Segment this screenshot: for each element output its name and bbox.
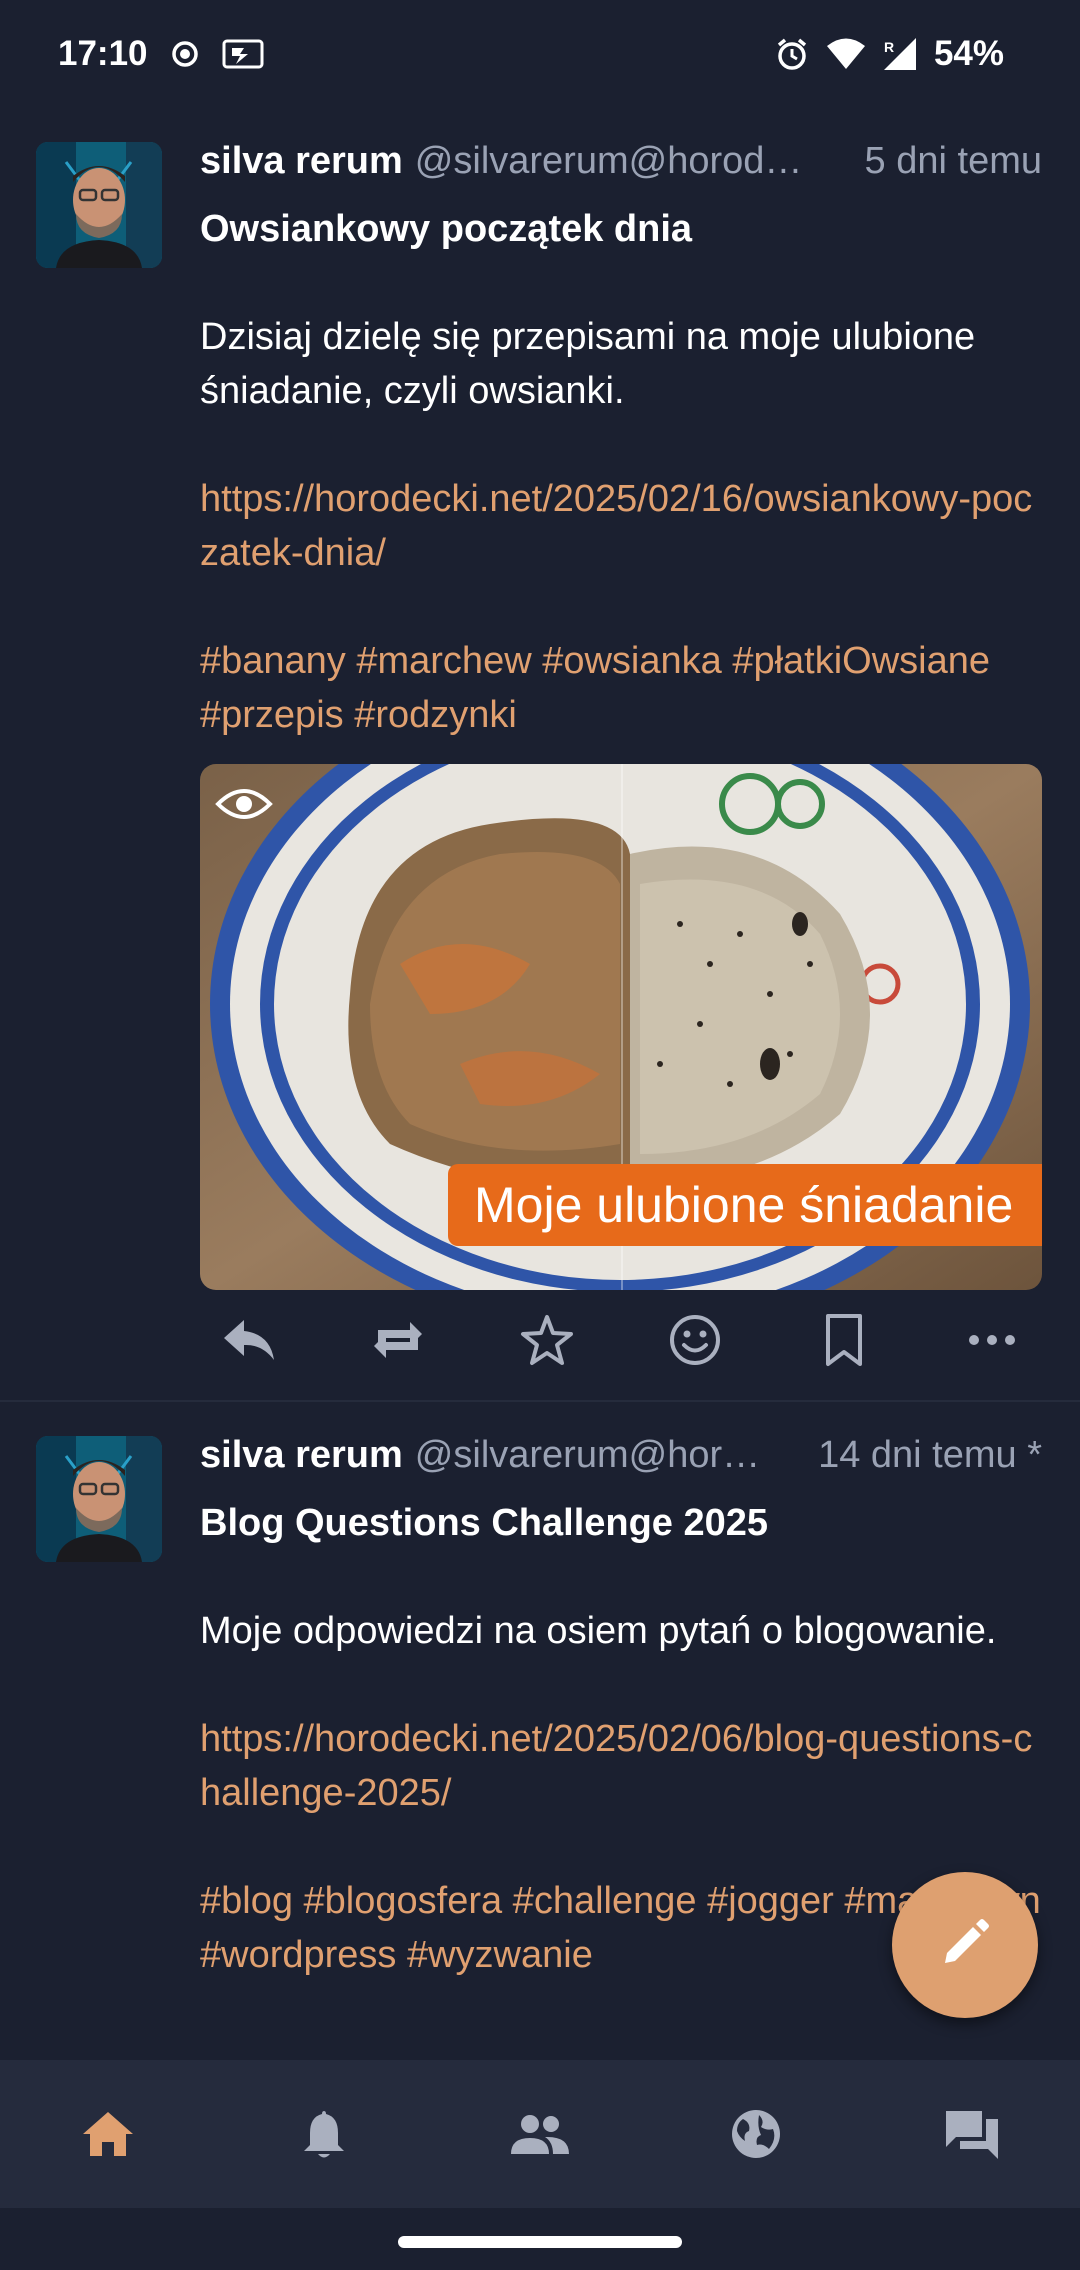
post-link[interactable]: https://horodecki.net/2025/02/06/blog-qu… <box>200 1712 1042 1820</box>
media-caption: Moje ulubione śniadanie <box>448 1164 1042 1246</box>
boost-icon[interactable] <box>358 1300 438 1380</box>
account-handle[interactable]: @silvarerum@horod… <box>415 140 853 183</box>
home-gesture-bar[interactable] <box>398 2236 682 2248</box>
post-timestamp: 5 dni temu <box>864 140 1042 182</box>
favourite-icon[interactable] <box>507 1300 587 1380</box>
emoji-reaction-icon[interactable] <box>655 1300 735 1380</box>
notifications-icon <box>304 2111 344 2158</box>
status-left: 17:10 <box>58 34 264 74</box>
post-title: Owsiankowy początek dnia <box>200 208 693 250</box>
action-bar <box>200 1290 1042 1390</box>
alarm-icon <box>774 36 810 72</box>
post-content: Owsiankowy początek dnia Dzisiaj dzielę … <box>200 202 1042 742</box>
record-icon <box>170 39 200 69</box>
battery-percentage: 54% <box>933 34 1004 73</box>
display-name[interactable]: silva rerum <box>200 1434 403 1477</box>
post-title: Blog Questions Challenge 2025 <box>200 1502 769 1544</box>
signal-icon: R <box>882 36 918 72</box>
post-hashtags[interactable]: #banany #marchew #owsianka #płatkiOwsian… <box>200 634 1042 742</box>
reply-icon[interactable] <box>210 1300 290 1380</box>
people-icon <box>511 2115 569 2154</box>
clock: 17:10 <box>58 34 148 73</box>
status-post[interactable]: silva rerum @silvarerum@horod… 5 dni tem… <box>0 108 1080 1402</box>
svg-text:R: R <box>884 39 894 55</box>
timeline[interactable]: silva rerum @silvarerum@horod… 5 dni tem… <box>0 108 1080 2060</box>
notifications-tab[interactable] <box>264 2074 384 2194</box>
post-timestamp: 14 dni temu * <box>818 1434 1042 1476</box>
display-name[interactable]: silva rerum <box>200 140 403 183</box>
bookmark-icon[interactable] <box>804 1300 884 1380</box>
conversations-tab[interactable] <box>912 2074 1032 2194</box>
system-navigation-area <box>0 2208 1080 2270</box>
bottom-navigation <box>0 2060 1080 2208</box>
people-tab[interactable] <box>480 2074 600 2194</box>
post-text: Moje odpowiedzi na osiem pytań o blogowa… <box>200 1610 997 1652</box>
account-handle[interactable]: @silvarerum@hor… <box>415 1434 806 1477</box>
wifi-icon <box>826 37 866 71</box>
post-link[interactable]: https://horodecki.net/2025/02/16/owsiank… <box>200 472 1042 580</box>
globe-icon <box>732 2110 780 2158</box>
post-text: Dzisiaj dzielę się przepisami na moje ul… <box>200 316 976 412</box>
status-bar: 17:10 R 54% <box>0 0 1080 108</box>
post-header: silva rerum @silvarerum@hor… 14 dni temu… <box>200 1434 1042 1490</box>
home-icon <box>83 2112 133 2156</box>
more-icon[interactable] <box>952 1300 1032 1380</box>
compose-button[interactable] <box>892 1872 1038 2018</box>
eye-icon[interactable] <box>214 782 274 831</box>
avatar[interactable] <box>36 142 162 268</box>
pencil-icon <box>939 1917 991 1974</box>
media-attachment[interactable]: Moje ulubione śniadanie <box>200 764 1042 1290</box>
cast-icon <box>222 38 264 70</box>
avatar[interactable] <box>36 1436 162 1562</box>
status-right: R 54% <box>774 34 1004 74</box>
home-tab[interactable] <box>48 2074 168 2194</box>
conversations-icon <box>946 2111 998 2159</box>
post-header: silva rerum @silvarerum@horod… 5 dni tem… <box>200 140 1042 196</box>
explore-tab[interactable] <box>696 2074 816 2194</box>
